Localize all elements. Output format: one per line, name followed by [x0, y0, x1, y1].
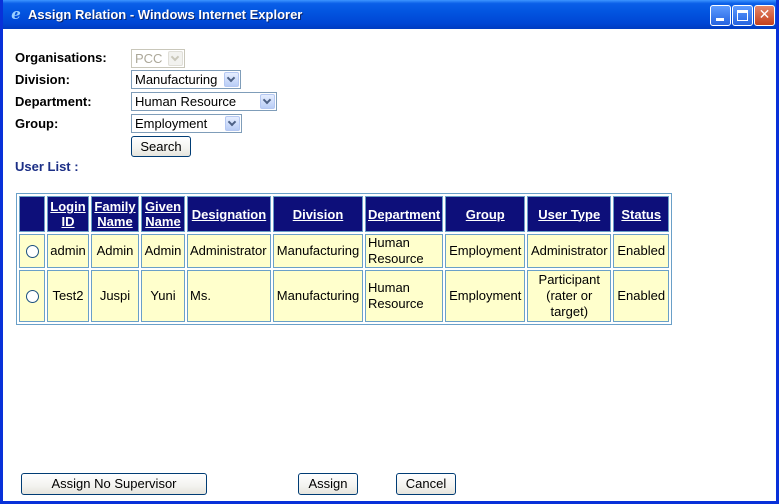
row-radio[interactable]	[25, 290, 39, 304]
column-header-user-type[interactable]: User Type	[527, 196, 612, 232]
title-bar[interactable]: e Assign Relation - Windows Internet Exp…	[3, 0, 776, 29]
group-label: Group:	[15, 116, 59, 131]
column-header-given-name[interactable]: Given Name	[141, 196, 185, 232]
column-header-department[interactable]: Department	[365, 196, 444, 232]
cell-user-type: Administrator	[527, 234, 612, 268]
user-list-label: User List :	[15, 159, 79, 174]
organisations-select: PCC	[131, 49, 185, 68]
row-select-cell[interactable]	[19, 270, 45, 322]
user-table: Login ID Family Name Given Name Designat…	[16, 193, 673, 325]
group-value: Employment	[135, 116, 208, 131]
minimize-button[interactable]	[710, 5, 731, 26]
browser-window: e Assign Relation - Windows Internet Exp…	[0, 0, 779, 504]
cell-given-name: Admin	[141, 234, 185, 268]
cell-user-type: Participant (rater or target)	[527, 270, 612, 322]
column-header-family-name[interactable]: Family Name	[91, 196, 139, 232]
cell-division: Manufacturing	[273, 270, 363, 322]
cell-status: Enabled	[613, 270, 670, 322]
department-select[interactable]: Human Resource	[131, 92, 277, 111]
cell-family-name: Admin	[91, 234, 139, 268]
cell-department: Human Resource	[365, 270, 444, 322]
table-header-row: Login ID Family Name Given Name Designat…	[19, 196, 670, 232]
cell-family-name: Juspi	[91, 270, 139, 322]
cell-group: Employment	[445, 270, 526, 322]
group-select[interactable]: Employment	[131, 114, 242, 133]
page-content: Organisations: PCC Division: Manufacturi…	[3, 29, 776, 501]
close-button[interactable]: ✕	[754, 5, 775, 26]
chevron-down-icon[interactable]	[225, 116, 240, 131]
division-select[interactable]: Manufacturing	[131, 70, 241, 89]
window-title: Assign Relation - Windows Internet Explo…	[28, 7, 303, 22]
assign-no-supervisor-button[interactable]: Assign No Supervisor	[21, 473, 207, 495]
column-header-designation[interactable]: Designation	[187, 196, 271, 232]
division-value: Manufacturing	[135, 72, 218, 87]
assign-button[interactable]: Assign	[298, 473, 358, 495]
close-icon: ✕	[758, 7, 771, 23]
chevron-down-icon[interactable]	[260, 94, 275, 109]
column-header-status[interactable]: Status	[613, 196, 670, 232]
cell-designation: Ms.	[187, 270, 271, 322]
cell-login-id: Test2	[47, 270, 89, 322]
department-value: Human Resource	[135, 94, 237, 109]
ie-icon: e	[11, 5, 21, 23]
cancel-button[interactable]: Cancel	[396, 473, 456, 495]
cell-login-id: admin	[47, 234, 89, 268]
column-header-division[interactable]: Division	[273, 196, 363, 232]
organisations-value: PCC	[135, 51, 163, 66]
maximize-icon	[737, 10, 748, 21]
chevron-down-icon	[168, 51, 183, 66]
organisations-label: Organisations:	[15, 50, 107, 65]
division-label: Division:	[15, 72, 70, 87]
cell-group: Employment	[445, 234, 526, 268]
table-row: admin Admin Admin Administrator Manufact…	[19, 234, 670, 268]
cell-division: Manufacturing	[273, 234, 363, 268]
column-header-login-id[interactable]: Login ID	[47, 196, 89, 232]
chevron-down-icon[interactable]	[224, 72, 239, 87]
row-radio[interactable]	[25, 245, 39, 259]
cell-given-name: Yuni	[141, 270, 185, 322]
select-column-header	[19, 196, 45, 232]
row-select-cell[interactable]	[19, 234, 45, 268]
cell-designation: Administrator	[187, 234, 271, 268]
department-label: Department:	[15, 94, 92, 109]
column-header-group[interactable]: Group	[445, 196, 526, 232]
cell-department: Human Resource	[365, 234, 444, 268]
search-button[interactable]: Search	[131, 136, 191, 157]
maximize-button[interactable]	[732, 5, 753, 26]
table-row: Test2 Juspi Yuni Ms. Manufacturing Human…	[19, 270, 670, 322]
minimize-icon	[716, 18, 724, 21]
cell-status: Enabled	[613, 234, 670, 268]
